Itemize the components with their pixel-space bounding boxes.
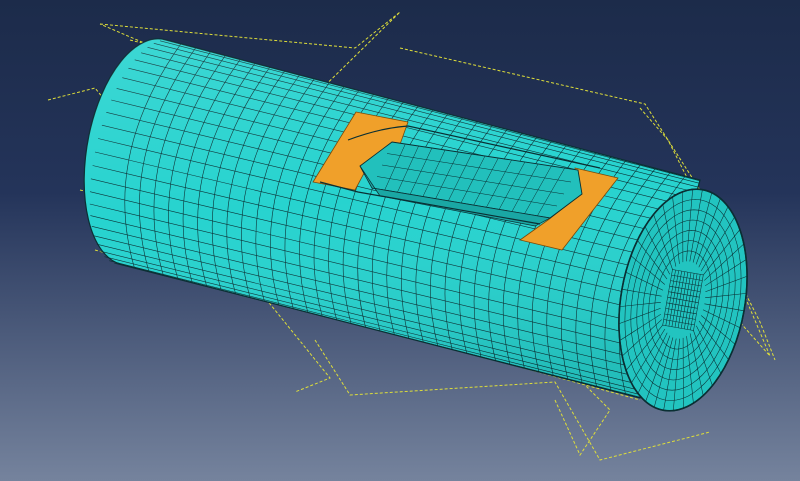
model-viewport[interactable] xyxy=(0,0,800,481)
viewport-canvas[interactable] xyxy=(0,0,800,481)
